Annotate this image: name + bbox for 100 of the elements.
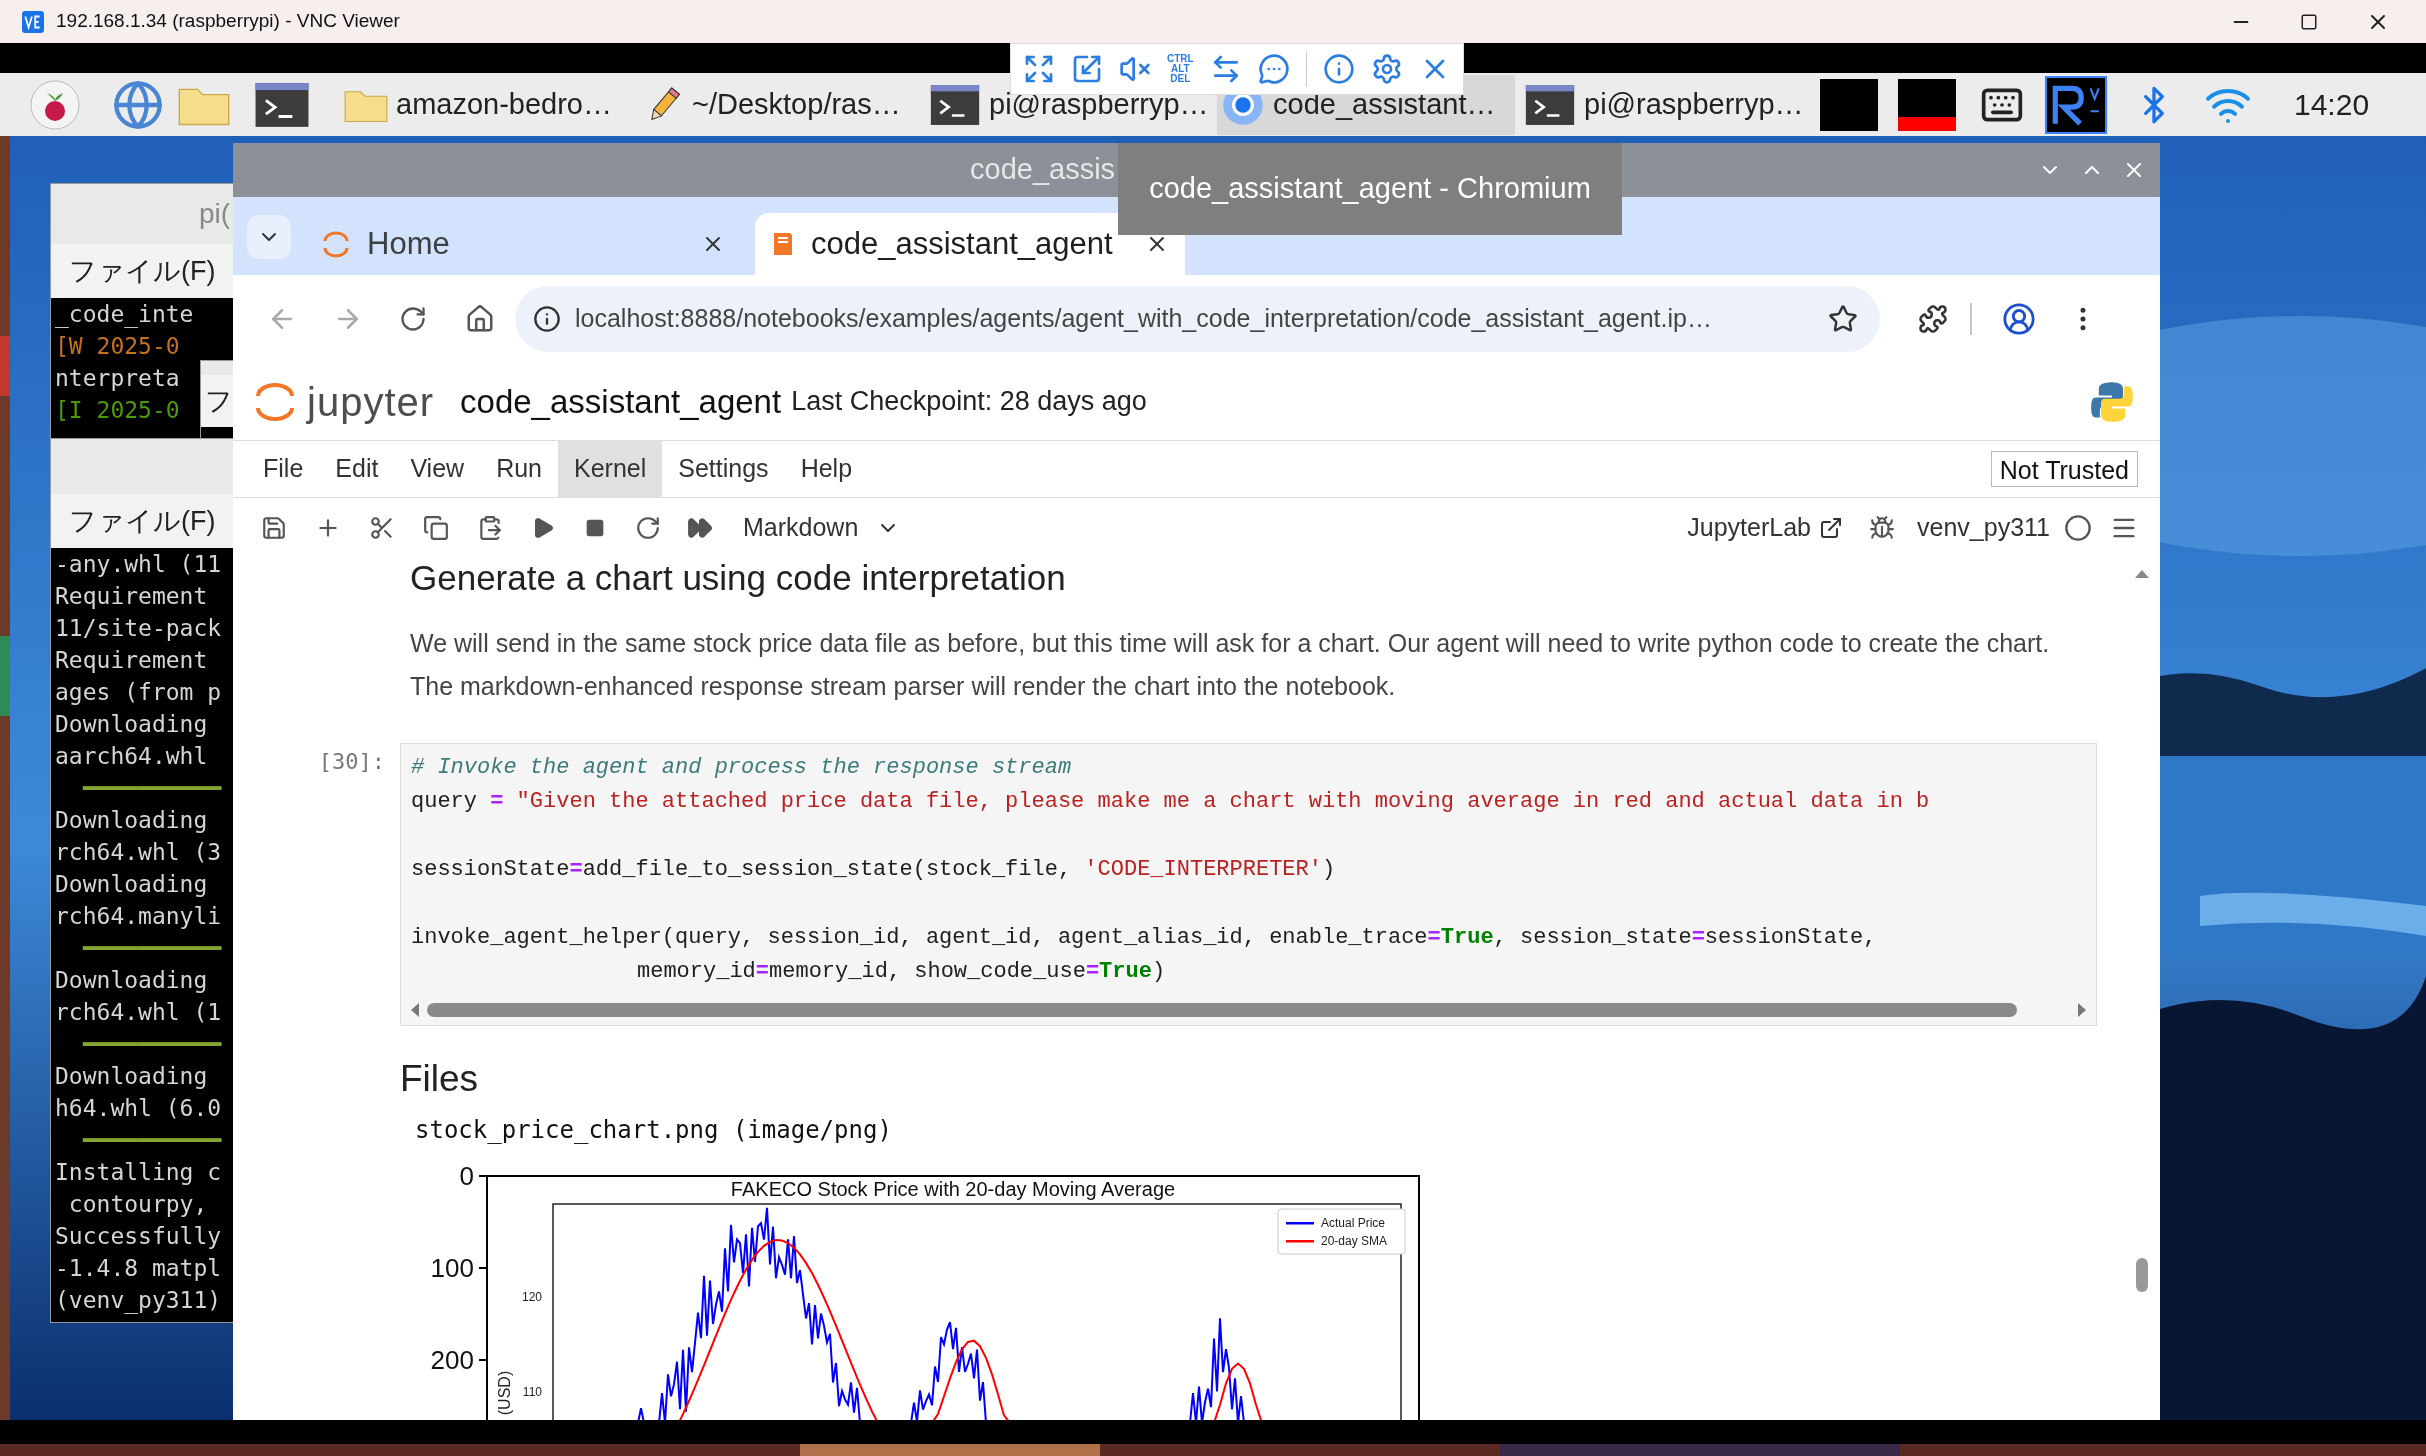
terminal-line: -any.whl (11 — [55, 550, 222, 579]
file-name: stock_price_chart.png (image/png) — [415, 1115, 893, 1146]
profile-icon[interactable] — [2002, 302, 2036, 336]
files-heading: Files — [400, 1059, 480, 1099]
terminal-line: rch64.manyli — [55, 902, 222, 931]
browser-title: code_assis — [970, 152, 1116, 188]
scrollbar-thumb[interactable] — [2136, 1258, 2148, 1292]
progress-bar-text: ━━━━━━━━━━ — [83, 1126, 222, 1155]
terminal-line: nterpreta — [55, 364, 180, 393]
menu-item[interactable]: Run — [480, 441, 558, 497]
app-logo-icon — [22, 10, 44, 33]
tab-list-button[interactable] — [247, 215, 291, 259]
notebook-name[interactable]: code_assistant_agent — [460, 376, 782, 427]
menu-item[interactable]: View — [394, 441, 481, 497]
code-cell[interactable] — [400, 743, 2097, 1026]
scroll-left-icon[interactable] — [409, 1003, 419, 1017]
menu-item[interactable]: フ — [205, 380, 233, 422]
external-link-icon — [1819, 516, 1843, 540]
axis-tick-label: 110 — [522, 1385, 542, 1399]
code-line: # Invoke the agent and process the response stream — [411, 754, 1073, 782]
jupyterlab-link[interactable]: JupyterLab — [1687, 509, 1843, 547]
kernel-name[interactable]: venv_py311 — [1917, 509, 2050, 547]
tooltip: code_assistant_agent - Chromium — [1118, 143, 1622, 235]
home-icon[interactable] — [465, 304, 495, 334]
bug-icon[interactable] — [1869, 515, 1895, 541]
vnc-icon[interactable] — [2044, 75, 2108, 134]
chart-title: FAKECO Stock Price with 20-day Moving Average — [730, 1178, 1176, 1200]
terminal-line: _code_inte — [55, 300, 194, 330]
terminal-icon[interactable] — [929, 83, 981, 126]
terminal-line: Downloading — [55, 870, 208, 899]
save-icon[interactable] — [261, 515, 287, 541]
taskbar-item[interactable]: pi@raspberryp… — [1520, 74, 1800, 135]
terminal-icon[interactable] — [254, 81, 310, 128]
terminal-line: Downloading — [55, 710, 208, 739]
menu-item[interactable]: Help — [784, 441, 869, 497]
code-line: sessionState=add_file_to_session_state(stock_file, 'CODE_INTERPRETER') — [411, 856, 1337, 884]
terminal-line: 11/site-pack — [55, 614, 222, 643]
menu-item[interactable]: Kernel — [558, 441, 663, 497]
terminal-line: aarch64.whl — [55, 742, 208, 771]
terminal-icon[interactable] — [1524, 83, 1576, 126]
restart-icon[interactable] — [635, 515, 661, 541]
terminal-line: Downloading — [55, 806, 208, 835]
address-bar[interactable]: localhost:8888/notebooks/examples/agents/agent_with_code_interpretation/code_assistant_agent.ip… — [515, 286, 1880, 352]
reload-icon[interactable] — [399, 305, 427, 333]
url-text: localhost:8888/notebooks/examples/agents/agent_with_code_interpretation/code_assistant_agent.ip… — [575, 303, 1712, 335]
fast-forward-icon[interactable] — [687, 515, 713, 541]
stop-icon[interactable] — [585, 518, 605, 538]
taskbar-item[interactable]: amazon-bedro… — [340, 74, 620, 135]
terminal-line: [I 2025-0 — [55, 396, 180, 425]
browser-tab[interactable]: code_assistant_agent — [755, 213, 1185, 275]
menu-item[interactable]: Settings — [662, 441, 785, 497]
terminal-line: rch64.whl (1 — [55, 998, 222, 1027]
scroll-right-icon[interactable] — [2078, 1003, 2088, 1017]
globe-icon[interactable] — [112, 78, 164, 131]
terminal-title: pi( — [198, 197, 230, 231]
progress-bar-text: ━━━━━━━━━━ — [83, 1030, 222, 1059]
terminal-line: Installing c — [55, 1158, 222, 1187]
trust-button[interactable]: Not Trusted — [1990, 451, 2138, 487]
menu-item[interactable]: Edit — [319, 441, 395, 497]
menu-item[interactable]: File — [247, 441, 320, 497]
taskbar-item[interactable]: ~/Desktop/ras… — [640, 74, 915, 135]
menu-item[interactable]: ファイル(F) — [69, 500, 216, 542]
scaling-icon[interactable] — [1071, 53, 1103, 85]
paragraph: We will send in the same stock price data file as before, but this time will ask for a chart. Our agent will need to write python code to create the chart. The markdown-enhanced response stream parser will render the chart into the notebook. — [410, 628, 2050, 702]
extensions-icon[interactable] — [1918, 304, 1948, 334]
terminal-line: ages (from p — [55, 678, 222, 707]
terminal-line: [W 2025-0 — [55, 332, 180, 361]
raspberry-icon[interactable] — [30, 79, 80, 130]
menu-item[interactable]: ファイル(F) — [69, 250, 216, 292]
info-icon[interactable] — [533, 305, 561, 333]
axis-tick-label: 200 — [430, 1345, 474, 1375]
legend-label: 20-day SMA — [1321, 1234, 1388, 1248]
copy-icon[interactable] — [423, 515, 449, 541]
chat-icon[interactable] — [1257, 53, 1290, 85]
cell-prompt: [30]: — [317, 748, 386, 776]
browser-tab[interactable]: Home — [305, 213, 741, 275]
window-title: 192.168.1.34 (raspberrypi) - VNC Viewer — [56, 9, 400, 34]
cell-type-dropdown[interactable]: Markdown — [743, 509, 901, 547]
kernel-status-icon[interactable] — [2064, 514, 2092, 542]
maximize-icon[interactable] — [2300, 12, 2318, 31]
horizontal-scrollbar[interactable] — [409, 1001, 2088, 1019]
ctrl-alt-del-button[interactable]: CTRL ALT DEL — [1167, 54, 1194, 84]
memory-graph-icon[interactable] — [1898, 78, 1956, 131]
terminal-line: h64.whl (6.0 — [55, 1094, 222, 1123]
axis-tick-label: 100 — [430, 1253, 474, 1283]
terminal-line: contourpy, — [67, 1190, 208, 1219]
code-line: query = "Given the attached price data file, please make me a chart with moving average in red and actual data in b — [411, 788, 1931, 816]
scrollbar-thumb[interactable] — [427, 1003, 2017, 1017]
paste-icon[interactable] — [477, 515, 503, 541]
spinner-icon — [321, 229, 351, 259]
scroll-up-icon[interactable] — [2134, 568, 2150, 578]
fullscreen-icon[interactable] — [1023, 53, 1055, 85]
progress-bar-text: ━━━━━━━━━━ — [83, 934, 222, 963]
notebook-icon — [771, 231, 795, 257]
section-heading: Generate a chart using code interpretation — [410, 558, 1066, 598]
axis-tick-label: 120 — [521, 1290, 542, 1304]
terminal-line: Downloading — [55, 1062, 208, 1091]
star-icon[interactable] — [1828, 304, 1858, 334]
scissors-icon[interactable] — [369, 515, 395, 541]
legend-label: Actual Price — [1321, 1216, 1386, 1230]
